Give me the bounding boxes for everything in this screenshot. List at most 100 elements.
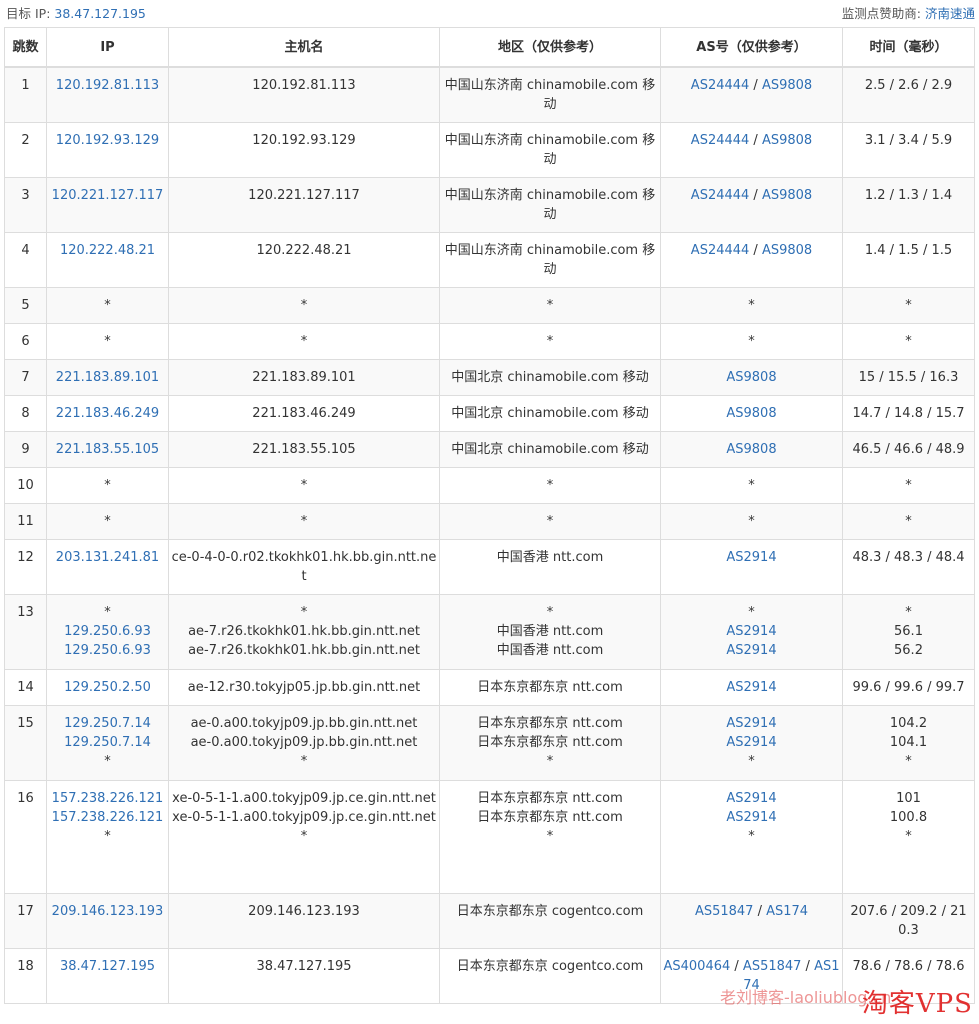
- as-line: AS2914: [663, 789, 840, 808]
- region-text: *: [546, 298, 554, 313]
- as-link[interactable]: AS51847: [695, 904, 754, 919]
- as-link[interactable]: AS400464: [663, 959, 730, 974]
- ip-cell: *: [46, 467, 169, 504]
- as-link[interactable]: AS2914: [726, 810, 776, 825]
- no-reply-marker: *: [104, 605, 111, 620]
- ip-link[interactable]: 120.192.81.113: [49, 76, 166, 95]
- as-separator: /: [749, 243, 762, 258]
- as-link[interactable]: AS51847: [743, 959, 802, 974]
- hostname-cell: ae-0.a00.tokyjp09.jp.bb.gin.ntt.net ae-0.…: [168, 705, 440, 781]
- hostname-text: 120.192.93.129: [252, 133, 356, 148]
- ip-link[interactable]: 129.250.7.14: [49, 733, 166, 752]
- time-cell: 48.3 / 48.3 / 48.4: [842, 539, 975, 595]
- hop-cell: 14: [4, 669, 47, 706]
- sponsor-link[interactable]: 济南速通: [925, 6, 975, 21]
- latency-text: 2.5 / 2.6 / 2.9: [864, 78, 953, 93]
- as-link[interactable]: AS9808: [726, 442, 776, 457]
- table-row: 7 221.183.89.101 221.183.89.101 中国北京 chinam…: [4, 359, 975, 396]
- as-line: AS9808: [663, 368, 840, 387]
- ip-link[interactable]: 209.146.123.193: [49, 902, 166, 921]
- hop-cell: 11: [4, 503, 47, 540]
- as-link[interactable]: AS2914: [726, 716, 776, 731]
- table-row: 1 120.192.81.113 120.192.81.113 中国山东济南 chin…: [4, 66, 975, 123]
- no-reply-marker: *: [748, 754, 755, 769]
- region-cell: *: [439, 503, 661, 540]
- as-link[interactable]: AS9808: [762, 188, 812, 203]
- as-link[interactable]: AS2914: [726, 735, 776, 750]
- table-row: 13 * 129.250.6.93 129.250.6.93 * ae-7.r26.tko…: [4, 594, 975, 670]
- ip-cell: 221.183.46.249: [46, 395, 169, 432]
- as-link[interactable]: AS2914: [726, 550, 776, 565]
- hostname-text: xe-0-5-1-1.a00.tokyjp09.jp.ce.gin.ntt.ne…: [172, 791, 436, 806]
- no-reply-marker: *: [104, 754, 111, 769]
- target-ip-link[interactable]: 38.47.127.195: [54, 6, 145, 21]
- ip-link[interactable]: 221.183.55.105: [49, 440, 166, 459]
- hostname-cell: *: [168, 287, 440, 324]
- as-link[interactable]: AS174: [766, 904, 808, 919]
- region-text: 中国北京 chinamobile.com 移动: [451, 370, 649, 385]
- hop-number: 8: [21, 406, 30, 421]
- hop-cell: 9: [4, 431, 47, 468]
- as-link[interactable]: AS2914: [726, 624, 776, 639]
- ip-link[interactable]: 120.222.48.21: [49, 241, 166, 260]
- as-link[interactable]: AS9808: [762, 78, 812, 93]
- table-row: 9 221.183.55.105 221.183.55.105 中国北京 chinam…: [4, 431, 975, 468]
- hostname-text: *: [300, 754, 308, 769]
- no-reply-marker: *: [104, 514, 111, 529]
- latency-text: 207.6 / 209.2 / 210.3: [850, 904, 967, 938]
- as-cell: * AS2914 AS2914: [660, 594, 843, 670]
- as-link[interactable]: AS9808: [762, 243, 812, 258]
- as-cell: AS24444 / AS9808: [660, 232, 843, 288]
- region-text: 中国山东济南 chinamobile.com 移动: [444, 78, 656, 112]
- as-link[interactable]: AS9808: [726, 406, 776, 421]
- as-link[interactable]: AS24444: [691, 133, 750, 148]
- hop-cell: 3: [4, 177, 47, 233]
- as-link[interactable]: AS24444: [691, 78, 750, 93]
- hostname-text: ae-7.r26.tkokhk01.hk.bb.gin.ntt.net: [188, 643, 420, 658]
- region-text: 日本东京都东京 ntt.com: [477, 810, 623, 825]
- hostname-text: 120.192.81.113: [252, 78, 356, 93]
- as-line: AS9808: [663, 404, 840, 423]
- latency-text: 101: [896, 791, 921, 806]
- as-line: AS51847 / AS174: [663, 902, 840, 921]
- as-link[interactable]: AS2914: [726, 791, 776, 806]
- ip-link[interactable]: 38.47.127.195: [49, 957, 166, 976]
- as-link[interactable]: AS9808: [726, 370, 776, 385]
- column-header-hop: 跳数: [4, 27, 47, 68]
- as-line: *: [663, 476, 840, 495]
- region-cell: 日本东京都东京 cogentco.com: [439, 948, 661, 1004]
- column-header-hostname: 主机名: [168, 27, 440, 68]
- hop-number: 16: [17, 791, 34, 806]
- hop-number: 13: [17, 605, 34, 620]
- no-reply-marker: *: [104, 298, 111, 313]
- ip-link[interactable]: 203.131.241.81: [49, 548, 166, 567]
- latency-text: *: [905, 605, 912, 620]
- no-reply-marker: *: [748, 478, 755, 493]
- ip-link[interactable]: 157.238.226.121: [49, 808, 166, 827]
- hostname-cell: 221.183.89.101: [168, 359, 440, 396]
- table-row: 3 120.221.127.117 120.221.127.117 中国山东济南 ch…: [4, 177, 975, 233]
- as-link[interactable]: AS9808: [762, 133, 812, 148]
- ip-link[interactable]: 221.183.89.101: [49, 368, 166, 387]
- as-link[interactable]: AS2914: [726, 643, 776, 658]
- hostname-cell: 120.222.48.21: [168, 232, 440, 288]
- ip-link[interactable]: 221.183.46.249: [49, 404, 166, 423]
- ip-link[interactable]: 120.221.127.117: [49, 186, 166, 205]
- as-link[interactable]: AS24444: [691, 188, 750, 203]
- hop-number: 6: [21, 334, 30, 349]
- ip-link[interactable]: 157.238.226.121: [49, 789, 166, 808]
- hostname-text: 120.221.127.117: [248, 188, 360, 203]
- latency-text: 104.2: [889, 716, 928, 731]
- ip-link[interactable]: 129.250.7.14: [49, 714, 166, 733]
- ip-cell: 129.250.2.50: [46, 669, 169, 706]
- ip-link[interactable]: 129.250.2.50: [49, 678, 166, 697]
- ip-link[interactable]: 129.250.6.93: [49, 641, 166, 660]
- as-link[interactable]: AS24444: [691, 243, 750, 258]
- as-link[interactable]: AS2914: [726, 680, 776, 695]
- latency-text: 14.7 / 14.8 / 15.7: [852, 406, 965, 421]
- region-text: 日本东京都东京 ntt.com: [477, 716, 623, 731]
- as-separator: /: [749, 188, 762, 203]
- hostname-cell: ce-0-4-0-0.r02.tkokhk01.hk.bb.gin.ntt.ne…: [168, 539, 440, 595]
- ip-link[interactable]: 129.250.6.93: [49, 622, 166, 641]
- ip-link[interactable]: 120.192.93.129: [49, 131, 166, 150]
